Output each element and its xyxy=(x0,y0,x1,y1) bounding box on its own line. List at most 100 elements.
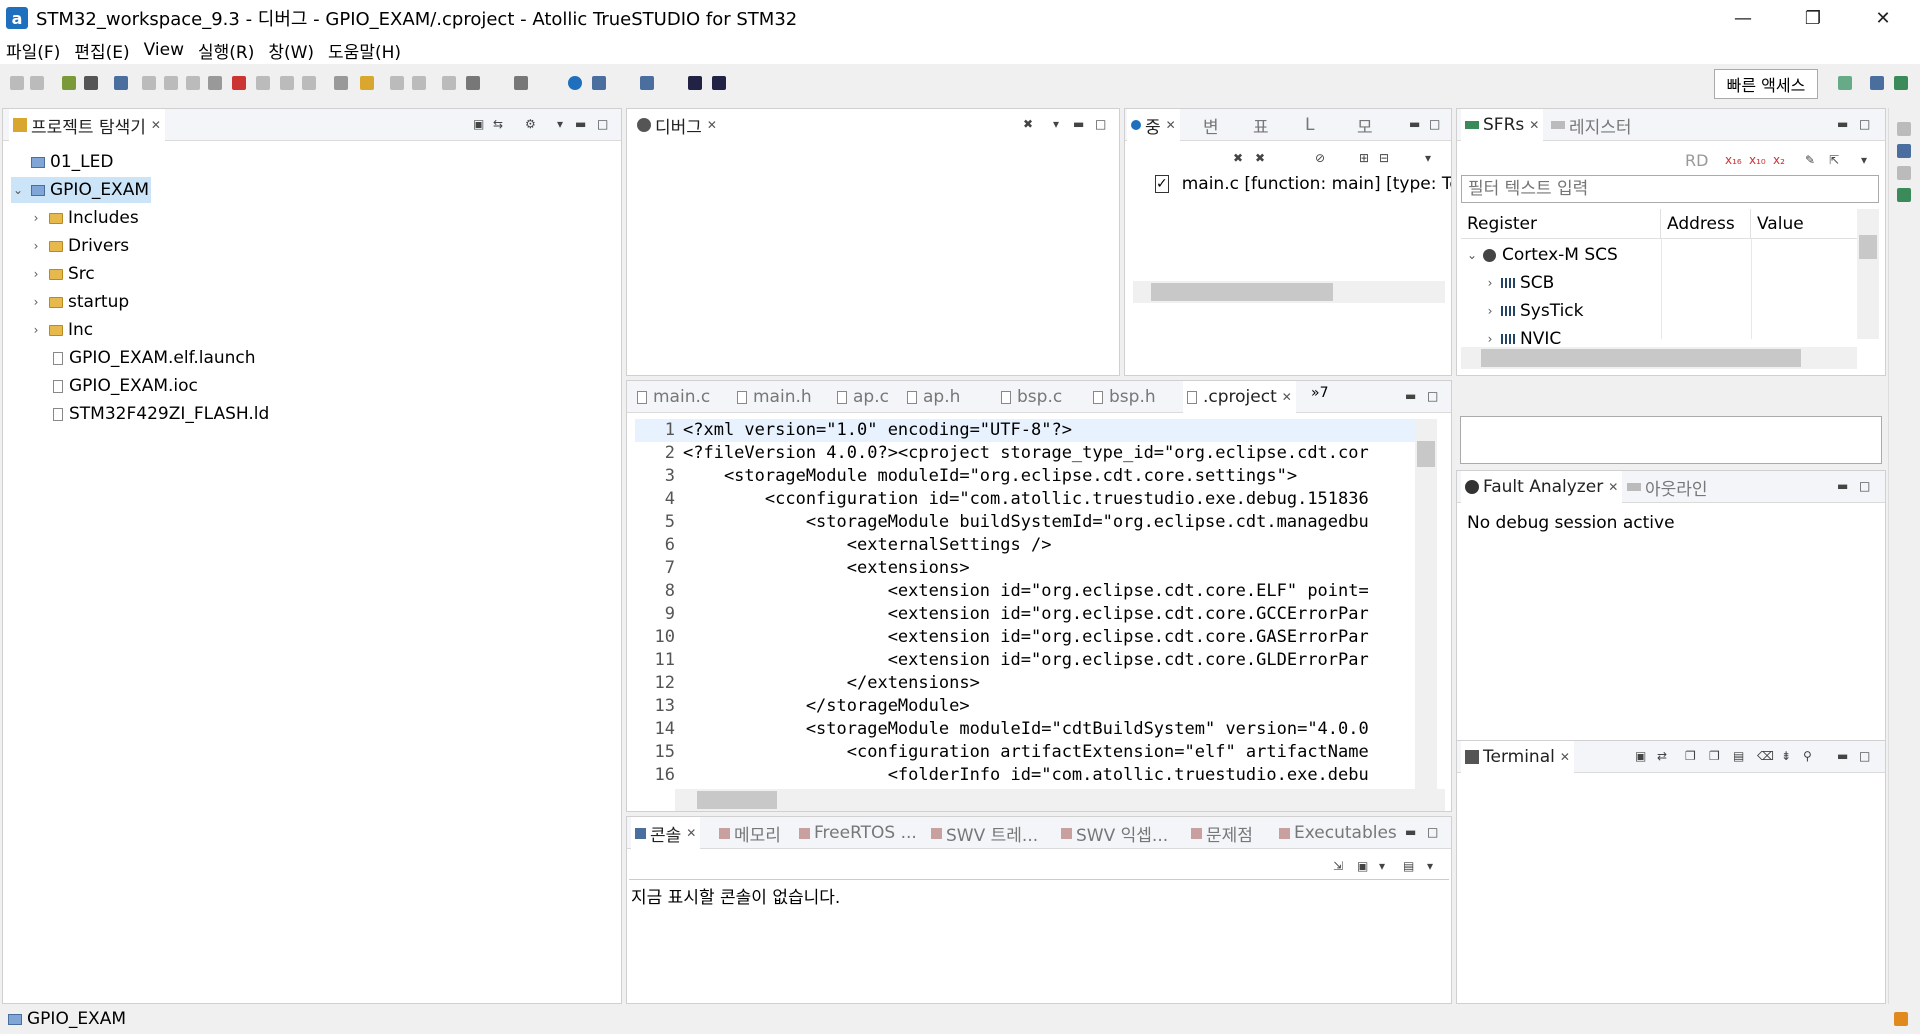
close-icon[interactable]: ✕ xyxy=(1608,480,1618,494)
tab-modules[interactable]: 모 xyxy=(1353,109,1377,141)
instruction-step-icon[interactable] xyxy=(334,76,348,90)
tree-item[interactable]: GPIO_EXAM.elf.launch xyxy=(29,345,256,371)
show-whitespace-icon[interactable] xyxy=(412,76,426,90)
quick-access-input[interactable]: 빠른 액세스 xyxy=(1714,69,1818,99)
tree-item[interactable]: 01_LED xyxy=(11,149,113,175)
console-tab[interactable]: Executables xyxy=(1275,817,1401,849)
tab-expressions[interactable]: 표 xyxy=(1249,109,1273,141)
vertical-scrollbar[interactable] xyxy=(1857,209,1879,339)
tab-fault-analyzer[interactable]: Fault Analyzer ✕ xyxy=(1461,471,1623,503)
select-all-icon[interactable]: ▤ xyxy=(1733,749,1744,763)
restore-view-icon[interactable] xyxy=(1897,122,1911,136)
close-icon[interactable]: ✕ xyxy=(1560,750,1570,764)
open-console-menu-icon[interactable]: ▾ xyxy=(1427,859,1433,873)
code-area[interactable]: 1 <?xml version="1.0" encoding="UTF-8"?> 2… xyxy=(635,419,1425,789)
horizontal-scrollbar[interactable] xyxy=(675,789,1445,811)
display-console-icon[interactable]: ▣ xyxy=(1357,859,1368,873)
view-menu-icon[interactable]: ▾ xyxy=(1053,117,1059,131)
tab-overflow-button[interactable]: »7 xyxy=(1311,385,1328,401)
column-register[interactable]: Register xyxy=(1461,209,1661,239)
open-perspective-icon[interactable] xyxy=(1838,76,1852,90)
breakpoint-entry[interactable]: ✓ main.c [function: main] [type: Te xyxy=(1155,171,1451,197)
editor-tab[interactable]: main.c xyxy=(633,381,714,413)
view-menu-icon[interactable]: ▾ xyxy=(1425,151,1431,165)
step-into-icon[interactable] xyxy=(256,76,270,90)
close-icon[interactable]: ✕ xyxy=(707,118,717,132)
search-icon[interactable] xyxy=(1897,166,1911,180)
build-icon[interactable] xyxy=(62,76,76,90)
table-icon[interactable] xyxy=(1897,188,1911,202)
menu-edit[interactable]: 편집(E) xyxy=(74,38,129,63)
export-icon[interactable]: ⇱ xyxy=(1829,153,1839,167)
maximize-icon[interactable]: □ xyxy=(597,117,608,131)
chevron-right-icon[interactable]: › xyxy=(29,267,43,281)
bin-format-icon[interactable]: x₂ xyxy=(1773,153,1785,167)
console-tab[interactable]: 문제점 xyxy=(1187,817,1257,849)
editor-tab[interactable]: .cproject ✕ xyxy=(1183,381,1296,413)
toggle-mark-icon[interactable] xyxy=(390,76,404,90)
tree-item[interactable]: GPIO_EXAM.ioc xyxy=(29,373,198,399)
pin-icon[interactable]: ⚲ xyxy=(1803,749,1812,763)
maximize-icon[interactable]: □ xyxy=(1427,389,1438,403)
disconnect-icon[interactable] xyxy=(232,76,246,90)
editor-tab[interactable]: main.h xyxy=(733,381,816,413)
scroll-thumb[interactable] xyxy=(1481,349,1801,367)
menu-view[interactable]: View xyxy=(144,40,184,60)
editor-tab[interactable]: ap.c xyxy=(833,381,893,413)
last-edit-icon[interactable] xyxy=(442,76,456,90)
chevron-right-icon[interactable]: › xyxy=(29,239,43,253)
chevron-right-icon[interactable]: › xyxy=(29,323,43,337)
maximize-icon[interactable]: □ xyxy=(1429,117,1440,131)
tab-sfrs[interactable]: SFRs ✕ xyxy=(1461,109,1544,141)
export-icon[interactable] xyxy=(712,76,726,90)
debug-bug-icon[interactable] xyxy=(84,76,98,90)
chevron-right-icon[interactable]: › xyxy=(29,295,43,309)
scroll-lock-icon[interactable]: ⇟ xyxy=(1781,749,1791,763)
cpp-perspective-icon[interactable] xyxy=(1870,76,1884,90)
scroll-thumb[interactable] xyxy=(1417,441,1435,467)
info-icon[interactable] xyxy=(568,76,582,90)
notification-icon[interactable] xyxy=(1894,1012,1908,1026)
remove-all-breakpoints-icon[interactable]: ✖ xyxy=(1255,151,1265,165)
paste-icon[interactable]: ❐ xyxy=(1709,749,1720,763)
maximize-icon[interactable]: □ xyxy=(1095,117,1106,131)
maximize-icon[interactable]: □ xyxy=(1859,479,1870,493)
minimize-icon[interactable]: ▬ xyxy=(1409,117,1420,131)
minimize-icon[interactable]: ▬ xyxy=(1073,117,1084,131)
remove-all-terminated-icon[interactable]: ✖ xyxy=(1023,117,1033,131)
chevron-right-icon[interactable]: › xyxy=(1483,332,1497,346)
tree-item[interactable]: › Inc xyxy=(29,317,94,343)
close-icon[interactable]: ✕ xyxy=(1166,118,1176,132)
horizontal-scrollbar[interactable] xyxy=(1461,347,1857,369)
collapse-all-icon[interactable]: ▣ xyxy=(473,117,484,131)
debug-perspective-icon[interactable] xyxy=(1894,76,1908,90)
horizontal-scrollbar[interactable] xyxy=(1133,281,1445,303)
forward-arrow-icon[interactable] xyxy=(514,76,528,90)
column-address[interactable]: Address xyxy=(1661,209,1751,239)
filter-icon[interactable]: ⚙ xyxy=(525,117,536,131)
open-terminal-icon[interactable]: ▣ xyxy=(1635,749,1646,763)
minimize-icon[interactable]: ▬ xyxy=(1837,749,1848,763)
tree-item[interactable]: › Src xyxy=(29,261,95,287)
sfr-row[interactable]: › SCB xyxy=(1483,269,1555,297)
close-button[interactable]: ✕ xyxy=(1848,0,1918,36)
checkbox[interactable]: ✓ xyxy=(1155,175,1169,193)
minimize-icon[interactable]: ▬ xyxy=(1405,389,1416,403)
open-console-icon[interactable]: ▤ xyxy=(1403,859,1414,873)
tab-outline[interactable]: 아웃라인 xyxy=(1623,471,1712,503)
chevron-right-icon[interactable]: › xyxy=(1483,304,1497,318)
vertical-scrollbar[interactable] xyxy=(1415,419,1437,789)
resume-icon[interactable] xyxy=(164,76,178,90)
tab-project-explorer[interactable]: 프로젝트 탐색기 ✕ xyxy=(9,109,165,141)
editor-tab[interactable]: bsp.h xyxy=(1089,381,1160,413)
column-value[interactable]: Value xyxy=(1751,209,1861,239)
minimize-icon[interactable]: ▬ xyxy=(1837,117,1848,131)
console-tab[interactable]: 콘솔 ✕ xyxy=(631,817,701,849)
maximize-icon[interactable]: □ xyxy=(1859,749,1870,763)
tab-debug[interactable]: 디버그 ✕ xyxy=(633,109,721,141)
save-all-icon[interactable] xyxy=(30,76,44,90)
console-tab[interactable]: FreeRTOS ... xyxy=(795,817,921,849)
expand-all-icon[interactable]: ⊞ xyxy=(1359,151,1369,165)
menu-file[interactable]: 파일(F) xyxy=(6,38,60,63)
view-menu-icon[interactable]: ▾ xyxy=(1861,153,1867,167)
